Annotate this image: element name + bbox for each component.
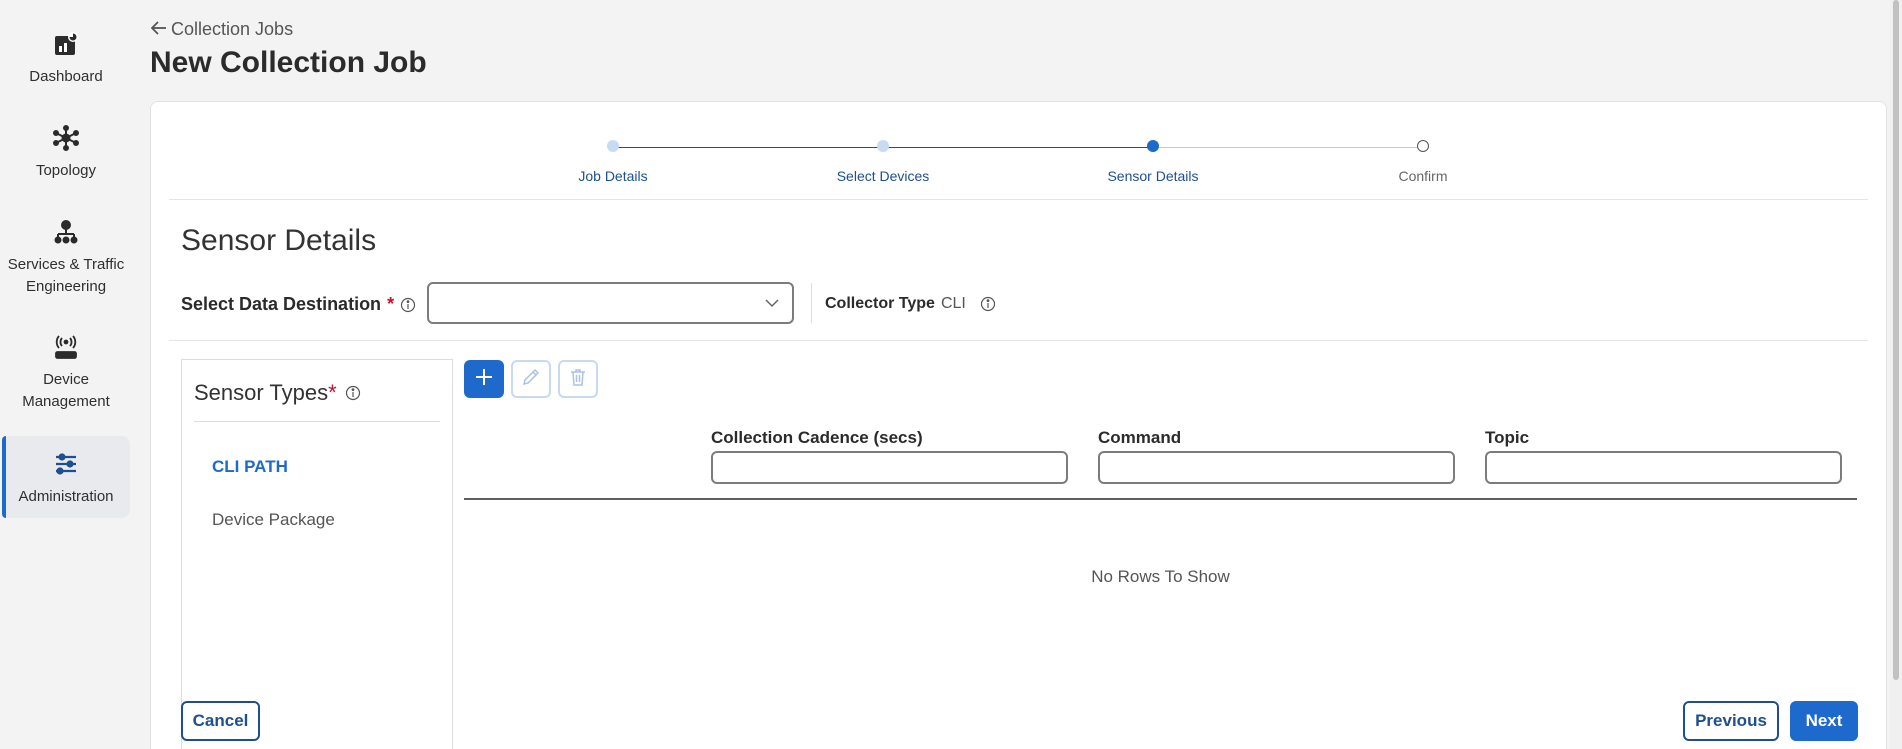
dashboard-icon xyxy=(52,30,80,58)
column-header-topic[interactable]: Topic xyxy=(1485,428,1529,448)
delete-row-button[interactable] xyxy=(558,360,598,398)
sensor-type-item-device-package[interactable]: Device Package xyxy=(212,510,335,530)
divider xyxy=(194,421,440,422)
info-icon[interactable] xyxy=(980,296,996,312)
admin-icon xyxy=(52,450,80,478)
device-icon xyxy=(52,333,80,361)
filter-input-command[interactable] xyxy=(1098,451,1455,484)
step-label: Confirm xyxy=(1398,168,1448,184)
add-row-button[interactable] xyxy=(464,360,504,398)
step-confirm[interactable]: Confirm xyxy=(1343,140,1503,184)
scrollbar-thumb[interactable] xyxy=(1893,0,1899,680)
edit-row-button[interactable] xyxy=(511,360,551,398)
step-dot xyxy=(877,140,889,152)
destination-label: Select Data Destination * xyxy=(181,294,416,315)
sidebar-item-services[interactable]: Services & Traffic Engineering xyxy=(2,218,130,298)
sidebar-item-label: Device Management xyxy=(22,371,110,410)
column-header-command[interactable]: Command xyxy=(1098,428,1181,448)
sidebar-item-label: Dashboard xyxy=(29,68,103,85)
destination-label-text: Select Data Destination xyxy=(181,294,382,314)
chevron-down-icon xyxy=(764,296,780,315)
services-icon xyxy=(52,218,80,246)
sensor-types-panel: Sensor Types* CLI PATH Device Package xyxy=(181,359,453,749)
empty-grid-message: No Rows To Show xyxy=(1091,567,1230,586)
collector-type: Collector Type CLI xyxy=(825,295,996,313)
sidebar-item-label: Services & Traffic Engineering xyxy=(7,256,125,295)
required-mark: * xyxy=(387,294,395,314)
next-button[interactable]: Next xyxy=(1790,701,1858,741)
page-scrollbar[interactable] xyxy=(1890,0,1902,749)
column-header-cadence[interactable]: Collection Cadence (secs) xyxy=(711,428,923,448)
arrow-left-icon xyxy=(150,19,167,40)
sensor-type-item-cli-path[interactable]: CLI PATH xyxy=(212,457,288,477)
sidebar-item-topology[interactable]: Topology xyxy=(2,124,130,186)
back-link-label: Collection Jobs xyxy=(171,19,294,39)
sidebar: Dashboard Topology Services & Traffic En… xyxy=(0,0,134,749)
sidebar-item-dashboard[interactable]: Dashboard xyxy=(2,30,130,92)
topology-icon xyxy=(52,124,80,152)
step-select-devices[interactable]: Select Devices xyxy=(803,140,963,184)
sensor-types-title: Sensor Types* xyxy=(194,380,361,406)
sidebar-item-administration[interactable]: Administration xyxy=(2,436,130,518)
destination-select[interactable] xyxy=(427,282,794,324)
divider xyxy=(169,199,1868,200)
stepper: Job Details Select Devices Sensor Detail… xyxy=(151,102,1886,200)
divider xyxy=(811,283,812,323)
step-sensor-details[interactable]: Sensor Details xyxy=(1073,140,1233,184)
page-title: New Collection Job xyxy=(150,46,427,79)
step-dot xyxy=(607,140,619,152)
sidebar-item-label: Administration xyxy=(18,488,114,505)
grid-header-divider xyxy=(464,498,1857,500)
section-title: Sensor Details xyxy=(181,224,377,257)
wizard-card: Job Details Select Devices Sensor Detail… xyxy=(150,101,1887,749)
plus-icon xyxy=(474,367,494,392)
step-label: Sensor Details xyxy=(1107,168,1199,184)
divider xyxy=(169,340,1868,341)
step-dot xyxy=(1417,140,1429,152)
step-label: Select Devices xyxy=(836,168,930,184)
filter-input-topic[interactable] xyxy=(1485,451,1842,484)
info-icon[interactable] xyxy=(345,385,361,401)
back-link[interactable]: Collection Jobs xyxy=(150,19,294,40)
info-icon[interactable] xyxy=(400,297,416,313)
collector-type-value: CLI xyxy=(940,295,966,312)
step-job-details[interactable]: Job Details xyxy=(533,140,693,184)
step-label: Job Details xyxy=(578,168,648,184)
previous-button[interactable]: Previous xyxy=(1683,701,1779,741)
pencil-icon xyxy=(521,367,541,392)
collector-type-label: Collector Type xyxy=(825,295,935,312)
trash-icon xyxy=(568,367,588,392)
filter-input-cadence[interactable] xyxy=(711,451,1068,484)
sidebar-item-device-management[interactable]: Device Management xyxy=(2,333,130,413)
sensor-types-title-text: Sensor Types xyxy=(194,380,329,405)
step-dot xyxy=(1147,140,1159,152)
sidebar-item-label: Topology xyxy=(35,162,97,179)
required-mark: * xyxy=(328,380,337,405)
cancel-button[interactable]: Cancel xyxy=(181,701,260,741)
